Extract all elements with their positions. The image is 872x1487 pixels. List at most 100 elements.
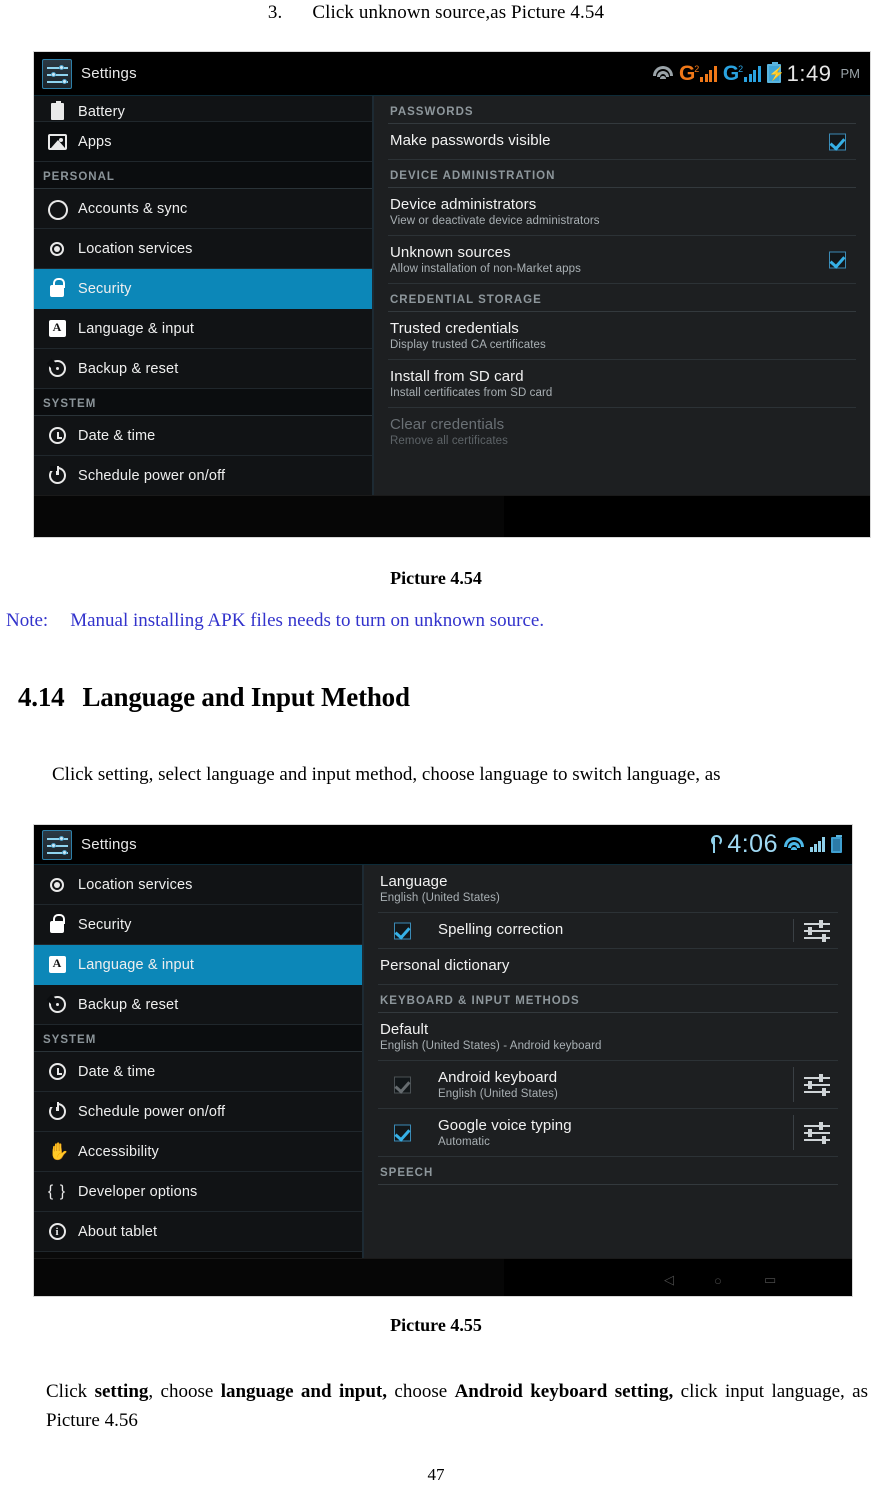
- sidebar-item-language-input[interactable]: A Language & input: [34, 309, 372, 349]
- outro-b3: Android keyboard setting,: [454, 1381, 674, 1402]
- setting-title: Unknown sources: [390, 244, 511, 261]
- sim1-network-sup: 2: [694, 64, 700, 74]
- sim1-bars-icon: [700, 66, 717, 82]
- setting-title: Device administrators: [390, 196, 537, 213]
- setting-row-trusted-credentials[interactable]: Trusted credentials Display trusted CA c…: [388, 312, 856, 360]
- sidebar-item-label: Developer options: [78, 1183, 198, 1200]
- settings-sidebar[interactable]: Location services Security A Language & …: [34, 865, 364, 1258]
- note-label: Note:: [6, 610, 49, 631]
- setting-subtitle: English (United States): [438, 1088, 558, 1100]
- sidebar-item-label: About tablet: [78, 1223, 158, 1240]
- sim2-network-letter: G: [722, 62, 740, 85]
- setting-title: Trusted credentials: [390, 320, 519, 337]
- settings-content-security: PASSWORDS Make passwords visible DEVICE …: [374, 96, 870, 495]
- status-bar-title: Settings: [81, 836, 137, 853]
- setting-row-spelling-correction[interactable]: Spelling correction: [378, 913, 838, 949]
- status-bar-icons: G 2 G 2 ⚡ 1:49 PM: [652, 60, 860, 87]
- content-header-keyboard-input-methods: KEYBOARD & INPUT METHODS: [378, 985, 838, 1013]
- sidebar-item-location-services[interactable]: Location services: [34, 865, 362, 905]
- status-bar: Settings G 2 G 2 ⚡ 1:49 PM: [34, 52, 870, 96]
- status-bar-title: Settings: [81, 65, 137, 82]
- sidebar-item-label: Backup & reset: [78, 360, 179, 377]
- setting-row-install-from-sd-card[interactable]: Install from SD card Install certificate…: [388, 360, 856, 408]
- sidebar-item-label: Date & time: [78, 1063, 156, 1080]
- setting-title: Google voice typing: [438, 1117, 572, 1134]
- setting-row-personal-dictionary[interactable]: Personal dictionary: [378, 949, 838, 985]
- setting-title: Install from SD card: [390, 368, 524, 385]
- checkbox-unchecked-icon[interactable]: [394, 1076, 411, 1093]
- nav-shade: [34, 1259, 504, 1296]
- checkbox-checked-icon[interactable]: [829, 251, 846, 268]
- outro-b2: language and input,: [220, 1381, 388, 1402]
- settings-sidebar[interactable]: Battery Apps PERSONAL Accounts & sync Lo…: [34, 96, 374, 495]
- lock-icon: [42, 277, 72, 297]
- settings-sliders-icon[interactable]: [802, 919, 832, 943]
- nav-shade: [34, 496, 504, 537]
- settings-sliders-icon[interactable]: [802, 1073, 832, 1097]
- sidebar-item-accessibility[interactable]: ✋ Accessibility: [34, 1132, 362, 1172]
- sidebar-item-security[interactable]: Security: [34, 269, 372, 309]
- sidebar-item-label: Accessibility: [78, 1143, 159, 1160]
- note-line: Note: Manual installing APK files needs t…: [6, 610, 866, 632]
- sidebar-item-backup-reset[interactable]: Backup & reset: [34, 985, 362, 1025]
- setting-row-make-passwords-visible[interactable]: Make passwords visible: [388, 124, 856, 160]
- sidebar-item-security[interactable]: Security: [34, 905, 362, 945]
- checkbox-checked-icon[interactable]: [394, 922, 411, 939]
- sidebar-item-battery[interactable]: Battery: [34, 96, 372, 122]
- setting-subtitle: English (United States): [380, 892, 500, 904]
- status-bar-icons: 4:06: [708, 830, 842, 859]
- back-icon[interactable]: ◁: [664, 1272, 674, 1288]
- sim2-network-sup: 2: [738, 64, 744, 74]
- setting-row-google-voice-typing[interactable]: Google voice typing Automatic: [378, 1109, 838, 1157]
- sim1-network-letter: G: [678, 62, 696, 85]
- setting-title: Language: [380, 873, 448, 890]
- setting-subtitle: Allow installation of non-Market apps: [390, 263, 581, 275]
- sim2-bars-icon: [744, 66, 761, 82]
- setting-row-android-keyboard[interactable]: Android keyboard English (United States): [378, 1061, 838, 1109]
- sidebar-item-date-time[interactable]: Date & time: [34, 416, 372, 456]
- outro-b1: setting: [94, 1381, 149, 1402]
- sidebar-item-apps[interactable]: Apps: [34, 122, 372, 162]
- setting-row-device-administrators[interactable]: Device administrators View or deactivate…: [388, 188, 856, 236]
- sidebar-item-label: Schedule power on/off: [78, 1103, 226, 1120]
- divider: [793, 1067, 794, 1102]
- setting-subtitle: Automatic: [438, 1136, 491, 1148]
- content-header-device-administration: DEVICE ADMINISTRATION: [388, 160, 856, 188]
- sidebar-item-developer-options[interactable]: { } Developer options: [34, 1172, 362, 1212]
- setting-row-language[interactable]: Language English (United States): [378, 865, 838, 913]
- sidebar-item-language-input[interactable]: A Language & input: [34, 945, 362, 985]
- sidebar-item-accounts-sync[interactable]: Accounts & sync: [34, 189, 372, 229]
- sidebar-item-location-services[interactable]: Location services: [34, 229, 372, 269]
- section-heading: 4.14 Language and Input Method: [18, 682, 410, 713]
- setting-row-default[interactable]: Default English (United States) - Androi…: [378, 1013, 838, 1061]
- sidebar-item-date-time[interactable]: Date & time: [34, 1052, 362, 1092]
- sidebar-item-backup-reset[interactable]: Backup & reset: [34, 349, 372, 389]
- sidebar-item-schedule-power[interactable]: Schedule power on/off: [34, 1092, 362, 1132]
- recents-icon[interactable]: ▭: [764, 1272, 776, 1288]
- setting-subtitle: Display trusted CA certificates: [390, 339, 546, 351]
- divider: [793, 919, 794, 942]
- checkbox-checked-icon[interactable]: [394, 1124, 411, 1141]
- outro-t3: choose: [387, 1381, 455, 1402]
- sidebar-item-schedule-power[interactable]: Schedule power on/off: [34, 456, 372, 495]
- navigation-bar[interactable]: ◁ ○ ▭: [34, 1258, 852, 1296]
- checkbox-checked-icon[interactable]: [829, 133, 846, 150]
- setting-subtitle: View or deactivate device administrators: [390, 215, 600, 227]
- content-header-passwords: PASSWORDS: [388, 96, 856, 124]
- usb-icon: [708, 835, 722, 854]
- wifi-icon: [652, 66, 673, 81]
- braces-icon: { }: [47, 1182, 67, 1200]
- android-screenshot-455: Settings 4:06 Location services Security…: [33, 824, 853, 1297]
- power-icon: [42, 1102, 72, 1120]
- status-bar-clock: 1:49: [786, 60, 832, 86]
- page-number: 47: [427, 1465, 445, 1484]
- backup-icon: [42, 360, 72, 377]
- setting-row-unknown-sources[interactable]: Unknown sources Allow installation of no…: [388, 236, 856, 284]
- navigation-bar[interactable]: [34, 495, 870, 537]
- sidebar-item-label: Language & input: [78, 956, 195, 973]
- settings-sliders-icon[interactable]: [802, 1121, 832, 1145]
- apps-icon: [42, 133, 72, 150]
- home-icon[interactable]: ○: [714, 1273, 722, 1288]
- sidebar-item-about-tablet[interactable]: i About tablet: [34, 1212, 362, 1252]
- setting-subtitle: Remove all certificates: [390, 435, 508, 447]
